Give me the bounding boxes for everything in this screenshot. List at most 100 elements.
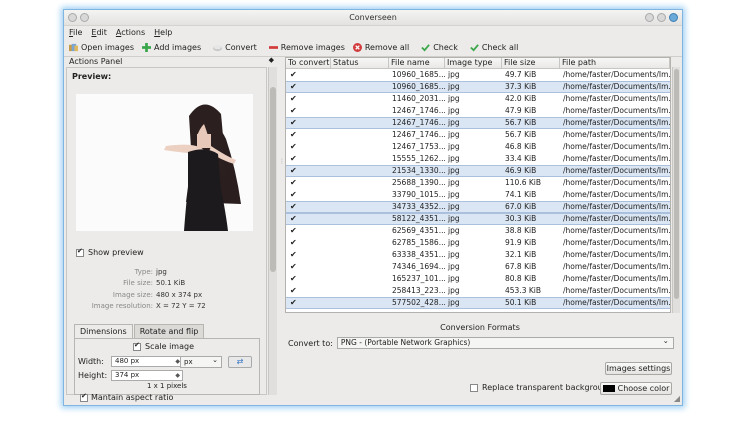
- show-preview-checkbox[interactable]: Show preview: [76, 247, 144, 257]
- convert-checkbox[interactable]: ✔: [286, 153, 331, 165]
- resize-grip-icon[interactable]: ◢: [674, 394, 680, 403]
- check-button[interactable]: Check: [421, 43, 458, 52]
- open-images-label: Open images: [81, 43, 134, 52]
- table-scrollbar-thumb[interactable]: [674, 69, 679, 299]
- actions-panel-scrollbar[interactable]: [268, 67, 277, 395]
- table-row[interactable]: ✔ 63338_4351... jpg 32.1 KiB/home/faster/Do…: [286, 249, 670, 261]
- tab-dimensions[interactable]: Dimensions: [74, 324, 133, 338]
- delete-icon: [352, 43, 362, 52]
- replace-transparent-check[interactable]: [470, 383, 478, 392]
- image-type-cell: jpg: [448, 106, 460, 115]
- image-type-cell: jpg: [448, 202, 460, 211]
- convert-checkbox[interactable]: ✔: [286, 93, 331, 105]
- replace-transparent-checkbox[interactable]: Replace transparent background: [470, 383, 613, 392]
- table-row[interactable]: ✔ 15555_1262... jpg 33.4 KiB/home/faster/Do…: [286, 153, 670, 165]
- menu-file[interactable]: File: [69, 28, 82, 37]
- file-path-cell: /home/faster/Documents/Im...: [563, 298, 670, 307]
- format-select[interactable]: PNG - (Portable Network Graphics): [336, 336, 674, 349]
- table-row[interactable]: ✔ 12467_1753... jpg 46.8 KiB/home/faster/Do…: [286, 141, 670, 153]
- convert-checkbox[interactable]: ✔: [286, 225, 331, 237]
- table-row[interactable]: ✔ 33790_1015... jpg 74.1 KiB/home/faster/Do…: [286, 189, 670, 201]
- col-file-path[interactable]: File path: [560, 58, 670, 68]
- table-row[interactable]: ✔ 25688_1390... jpg 110.6 KiB/home/faster/D…: [286, 177, 670, 189]
- panel-float-icon[interactable]: ◆: [269, 56, 274, 64]
- images-settings-button[interactable]: Images settings: [605, 362, 672, 375]
- table-row[interactable]: ✔ 258413_223... jpg 453.3 KiB/home/faster/D…: [286, 285, 670, 297]
- maximize-icon[interactable]: [657, 13, 666, 22]
- table-row[interactable]: ✔ 34733_4352... jpg 67.0 KiB/home/faster/Do…: [286, 201, 670, 213]
- file-size-cell: 46.8 KiB: [505, 142, 537, 151]
- file-path-cell: /home/faster/Documents/Im...: [563, 154, 670, 163]
- menu-actions[interactable]: Actions: [116, 28, 145, 37]
- table-row[interactable]: ✔ 62785_1586... jpg 91.9 KiB/home/faster/Do…: [286, 237, 670, 249]
- convert-checkbox[interactable]: ✔: [286, 189, 331, 201]
- table-row[interactable]: ✔ 165237_101... jpg 80.8 KiB/home/faster/Do…: [286, 273, 670, 285]
- col-file-size[interactable]: File size: [502, 58, 560, 68]
- convert-checkbox[interactable]: ✔: [286, 237, 331, 249]
- show-preview-check[interactable]: [76, 247, 84, 257]
- add-icon: [142, 43, 151, 52]
- unit-select[interactable]: px: [180, 355, 222, 368]
- table-row[interactable]: ✔ 11460_2031... jpg 42.0 KiB/home/faster/Do…: [286, 93, 670, 105]
- convert-checkbox[interactable]: ✔: [286, 285, 331, 297]
- folder-open-icon: [69, 43, 78, 52]
- height-spinbox[interactable]: 374 px: [111, 370, 183, 381]
- convert-checkbox[interactable]: ✔: [286, 249, 331, 261]
- open-images-button[interactable]: Open images: [69, 43, 134, 52]
- table-row[interactable]: ✔ 577502_428... jpg 50.1 KiB/home/faster/Do…: [286, 297, 670, 309]
- table-scrollbar[interactable]: [672, 67, 680, 313]
- file-name-cell: 33790_1015...: [392, 190, 445, 199]
- convert-checkbox[interactable]: ✔: [286, 177, 331, 189]
- col-file-name[interactable]: File name: [389, 58, 445, 68]
- table-row[interactable]: ✔ 12467_1746... jpg 56.7 KiB/home/faster/Do…: [286, 129, 670, 141]
- scale-image-check[interactable]: [133, 341, 141, 351]
- maintain-aspect-check[interactable]: [80, 392, 88, 402]
- convert-checkbox[interactable]: ✔: [286, 105, 331, 117]
- convert-checkbox[interactable]: ✔: [286, 273, 331, 285]
- convert-checkbox[interactable]: ✔: [286, 141, 331, 153]
- convert-checkbox[interactable]: ✔: [286, 298, 331, 308]
- check-all-button[interactable]: Check all: [470, 43, 519, 52]
- add-images-button[interactable]: Add images: [142, 43, 201, 52]
- maintain-aspect-checkbox[interactable]: Mantain aspect ratio: [80, 392, 173, 402]
- choose-color-button[interactable]: Choose color: [600, 382, 672, 395]
- minimize-icon[interactable]: [645, 13, 654, 22]
- check-all-label: Check all: [481, 43, 519, 52]
- convert-checkbox[interactable]: ✔: [286, 202, 331, 212]
- file-name-cell: 12467_1746...: [392, 106, 445, 115]
- close-icon[interactable]: [669, 13, 678, 22]
- convert-button[interactable]: Convert: [213, 43, 257, 52]
- file-name-cell: 10960_1685...: [392, 82, 445, 91]
- table-row[interactable]: ✔ 74346_1694... jpg 67.8 KiB/home/faster/Do…: [286, 261, 670, 273]
- table-row[interactable]: ✔ 10960_1685... jpg 49.7 KiB/home/faster/Do…: [286, 69, 670, 81]
- link-dimensions-button[interactable]: ⇄: [228, 356, 252, 368]
- convert-checkbox[interactable]: ✔: [286, 82, 331, 92]
- convert-checkbox[interactable]: ✔: [286, 261, 331, 273]
- col-status[interactable]: Status: [331, 58, 389, 68]
- table-row[interactable]: ✔ 10960_1685... jpg 37.3 KiB/home/faster/Do…: [286, 81, 670, 93]
- app-window: Converseen File Edit Actions Help Open i…: [63, 9, 683, 406]
- remove-images-button[interactable]: Remove images: [268, 43, 345, 52]
- table-row[interactable]: ✔ 58122_4351... jpg 30.3 KiB/home/faster/Do…: [286, 213, 670, 225]
- file-size-cell: 30.3 KiB: [505, 214, 537, 223]
- table-row[interactable]: ✔ 21534_1330... jpg 46.9 KiB/home/faster/Do…: [286, 165, 670, 177]
- width-spinbox[interactable]: 480 px: [111, 356, 183, 367]
- convert-checkbox[interactable]: ✔: [286, 166, 331, 176]
- file-path-cell: /home/faster/Documents/Im...: [563, 202, 670, 211]
- menu-help[interactable]: Help: [154, 28, 172, 37]
- scale-image-checkbox[interactable]: Scale image: [133, 341, 194, 351]
- col-image-type[interactable]: Image type: [445, 58, 502, 68]
- convert-checkbox[interactable]: ✔: [286, 214, 331, 224]
- remove-all-button[interactable]: Remove all: [352, 43, 409, 52]
- image-type-cell: jpg: [448, 250, 460, 259]
- table-row[interactable]: ✔ 12467_1746... jpg 47.9 KiB/home/faster/Do…: [286, 105, 670, 117]
- table-row[interactable]: ✔ 12467_1746... jpg 56.7 KiB/home/faster/Do…: [286, 117, 670, 129]
- convert-checkbox[interactable]: ✔: [286, 69, 331, 81]
- convert-checkbox[interactable]: ✔: [286, 129, 331, 141]
- menu-edit[interactable]: Edit: [91, 28, 107, 37]
- convert-checkbox[interactable]: ✔: [286, 118, 331, 128]
- table-row[interactable]: ✔ 62569_4351... jpg 38.8 KiB/home/faster/Do…: [286, 225, 670, 237]
- scrollbar-thumb[interactable]: [270, 87, 276, 272]
- tab-rotate-and-flip[interactable]: Rotate and flip: [133, 324, 205, 338]
- col-to-convert[interactable]: To convert: [286, 58, 331, 68]
